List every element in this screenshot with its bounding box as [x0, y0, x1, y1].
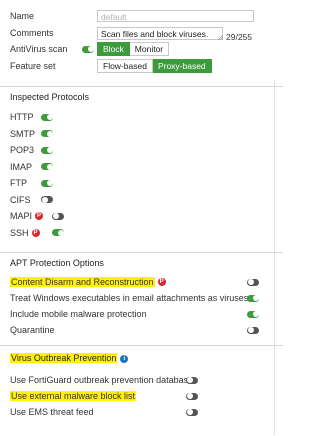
- protocol-label: FTP: [10, 178, 27, 188]
- profile-form: Name default Comments Scan files and blo…: [0, 0, 283, 80]
- comments-row: Comments: [10, 26, 54, 40]
- apt-option-row-quarantine: Quarantine: [10, 324, 55, 336]
- outbreak-option-label: Use EMS threat feed: [10, 407, 94, 417]
- feature-row: Feature set: [10, 59, 56, 73]
- protocol-row-smtp: SMTP: [10, 128, 35, 140]
- protocol-toggle-smtp[interactable]: [41, 130, 53, 137]
- protocol-row-imap: IMAP: [10, 161, 32, 173]
- feature-set-selector: Flow-based Proxy-based: [97, 59, 212, 73]
- inspected-protocols-title: Inspected Protocols: [10, 92, 90, 102]
- comments-textarea[interactable]: Scan files and block viruses.: [97, 27, 223, 40]
- protocol-label: HTTP: [10, 112, 34, 122]
- outbreak-option-toggle-use-fortiguard-outbreak-prevention-database[interactable]: [186, 376, 198, 384]
- protocol-toggle-ftp[interactable]: [41, 179, 53, 187]
- protocol-row-mapi: MAPI P: [10, 210, 44, 222]
- apt-option-label: Treat Windows executables in email attac…: [10, 293, 249, 303]
- premium-feature-icon: P: [35, 212, 44, 220]
- feature-flow-option[interactable]: Flow-based: [97, 59, 153, 73]
- outbreak-option-label: Use FortiGuard outbreak prevention datab…: [10, 375, 194, 385]
- protocol-toggle-cifs[interactable]: [41, 196, 53, 203]
- outbreak-option-row-use-ems-threat-feed: Use EMS threat feed: [10, 406, 94, 418]
- name-input[interactable]: default: [97, 10, 254, 22]
- outbreak-option-toggle-use-external-malware-block-list[interactable]: [186, 392, 198, 400]
- apt-option-label: Quarantine: [10, 325, 55, 335]
- apt-protection-section: APT Protection Options Content Disarm an…: [0, 252, 283, 343]
- antivirus-toggle[interactable]: [82, 45, 94, 53]
- feature-proxy-option[interactable]: Proxy-based: [152, 59, 212, 73]
- apt-option-label: Content Disarm and Reconstruction: [10, 277, 155, 287]
- outbreak-option-row-use-fortiguard-outbreak-prevention-database: Use FortiGuard outbreak prevention datab…: [10, 374, 193, 386]
- antivirus-block-option[interactable]: Block: [97, 42, 130, 56]
- protocol-label: IMAP: [10, 161, 33, 172]
- outbreak-option-row-use-external-malware-block-list: Use external malware block list: [10, 390, 137, 402]
- outbreak-title-row: Virus Outbreak Prevention i: [10, 353, 129, 363]
- apt-option-toggle-treat-windows-executables-in-email-attachments-as-viruses[interactable]: [247, 294, 259, 302]
- apt-option-toggle-quarantine[interactable]: [247, 326, 259, 334]
- premium-feature-icon: P: [31, 228, 40, 237]
- protocol-label: SMTP: [10, 128, 36, 139]
- inspected-protocols-section: Inspected Protocols HTTP SMTP POP3 IMAP FTP C…: [0, 86, 283, 251]
- protocol-toggle-http[interactable]: [41, 113, 53, 121]
- protocol-label: CIFS: [10, 194, 31, 205]
- apt-protection-title: APT Protection Options: [10, 258, 104, 268]
- apt-option-toggle-content-disarm-and-reconstruction[interactable]: [247, 278, 259, 286]
- outbreak-section: Virus Outbreak Prevention i Use FortiGuar…: [0, 345, 283, 436]
- protocol-row-pop3: POP3: [10, 144, 34, 156]
- name-row: Name: [10, 9, 34, 23]
- antivirus-label: AntiVirus scan: [10, 44, 68, 54]
- protocol-label: SSH: [10, 227, 29, 238]
- antivirus-monitor-option[interactable]: Monitor: [129, 42, 170, 56]
- info-icon[interactable]: i: [120, 354, 129, 363]
- protocol-row-ssh: SSH P: [10, 227, 40, 239]
- comments-char-count: 29/255: [226, 32, 252, 42]
- apt-option-row-include-mobile-malware-protection: Include mobile malware protection: [10, 308, 147, 320]
- protocol-label: MAPI: [10, 211, 33, 221]
- outbreak-title: Virus Outbreak Prevention: [10, 353, 118, 363]
- outbreak-option-label: Use external malware block list: [10, 391, 137, 401]
- apt-option-row-treat-windows-executables-in-email-attachments-as-viruses: Treat Windows executables in email attac…: [10, 292, 248, 304]
- apt-option-label: Include mobile malware protection: [10, 309, 147, 319]
- resize-handle-icon[interactable]: [218, 35, 223, 40]
- protocol-row-http: HTTP: [10, 111, 34, 123]
- protocol-toggle-imap[interactable]: [41, 163, 53, 170]
- protocol-row-ftp: FTP: [10, 177, 27, 189]
- apt-option-row-content-disarm-and-reconstruction: Content Disarm and Reconstruction P: [10, 276, 166, 288]
- antivirus-row: AntiVirus scan: [10, 42, 67, 56]
- protocol-toggle-mapi[interactable]: [52, 212, 64, 220]
- protocol-label: POP3: [10, 145, 35, 155]
- comments-label: Comments: [10, 28, 54, 38]
- name-label: Name: [10, 11, 35, 21]
- apt-option-toggle-include-mobile-malware-protection[interactable]: [247, 310, 259, 318]
- premium-feature-icon: P: [157, 278, 166, 286]
- protocol-toggle-pop3[interactable]: [41, 146, 53, 154]
- protocol-toggle-ssh[interactable]: [52, 229, 64, 236]
- feature-label: Feature set: [10, 61, 56, 71]
- antivirus-mode-selector: Block Monitor: [97, 42, 170, 56]
- protocol-row-cifs: CIFS: [10, 194, 31, 206]
- outbreak-option-toggle-use-ems-threat-feed[interactable]: [186, 408, 198, 416]
